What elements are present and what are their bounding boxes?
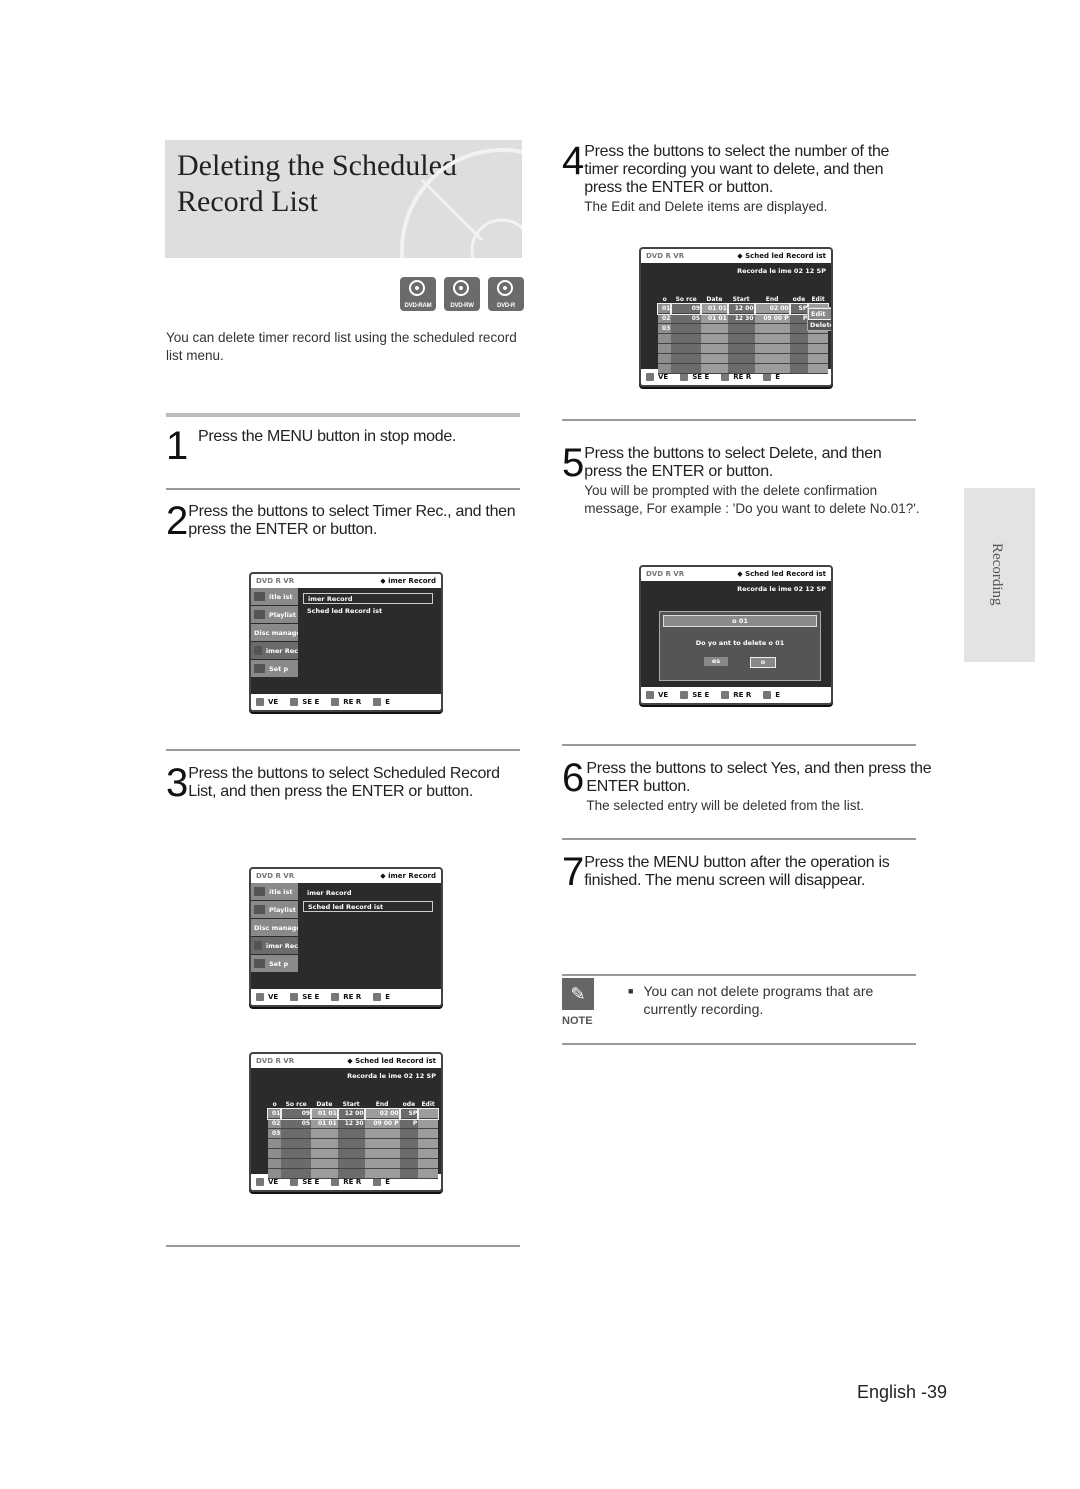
step-number: 2 <box>166 499 189 543</box>
step-1: 1 Press the MENU button in stop mode. <box>166 424 520 468</box>
screen-title: ◆ imer Record <box>380 577 436 585</box>
bullet-icon: ■ <box>628 986 634 996</box>
recordable-time: Recorda le ime 02 12 SP <box>347 1072 436 1080</box>
note-box: ✎ NOTE ■ You can not delete programs tha… <box>562 978 917 1027</box>
schedule-table: o So rce Date Start End ode Edit 01 09 01 01 12 00… <box>266 1100 439 1179</box>
step-3: 3 Press the buttons to select Scheduled … <box>166 761 520 805</box>
table-row[interactable] <box>658 333 828 344</box>
note-label: NOTE <box>562 1015 593 1027</box>
divider <box>562 419 916 421</box>
screen-mode: DVD R VR <box>256 577 295 585</box>
table-row[interactable]: 03 <box>658 323 828 334</box>
dialog-message: Do yo ant to delete o 01 <box>695 639 785 647</box>
menu-option-scheduled-list: Sched led Record ist <box>303 901 433 912</box>
confirm-dialog: o 01 Do yo ant to delete o 01 es o <box>659 611 821 681</box>
sidebar-item-timer-rec: imer Rec <box>251 642 298 660</box>
step-text: Press the MENU button in stop mode. <box>198 428 457 445</box>
intro-text: You can delete timer record list using t… <box>166 330 517 363</box>
divider <box>562 1043 916 1045</box>
table-row[interactable] <box>268 1138 438 1149</box>
schedule-table: o So rce Date Start End ode Edit 01 09 01 01 12 00… <box>656 295 829 374</box>
menu-option-scheduled-list: Sched led Record ist <box>307 607 383 615</box>
step-number: 3 <box>166 761 189 805</box>
yes-button[interactable]: es <box>704 657 728 666</box>
divider <box>166 488 520 490</box>
step-subtext: The Edit and Delete items are displayed. <box>584 199 828 214</box>
step-7: 7 Press the MENU button after the operat… <box>562 850 932 894</box>
table-row[interactable] <box>658 353 828 364</box>
dvd-rw-icon: DVD-RW <box>444 277 480 311</box>
step-subtext: You will be prompted with the delete con… <box>584 483 920 516</box>
sidebar-item-playlist: Playlist <box>251 606 298 624</box>
step-number: 4 <box>562 139 585 183</box>
step-text: Press the buttons to select the number o… <box>584 143 890 196</box>
tv-screen-scheduled-list: DVD R VR ◆ Sched led Record ist Recorda l… <box>249 1052 443 1192</box>
step-number: 1 <box>166 424 189 468</box>
table-row[interactable]: 02 05 01 01 12 30 09 00 PP <box>658 313 828 324</box>
step-4: 4 Press the buttons to select the number… <box>562 139 922 216</box>
table-row[interactable] <box>268 1158 438 1169</box>
section-tab-recording: Recording <box>964 488 1035 662</box>
tv-screen-timer-menu: DVD R VR ◆ imer Record itle ist Playlist … <box>249 572 443 712</box>
divider <box>166 413 520 417</box>
tv-screen-delete-confirm: DVD R VR ◆ Sched led Record ist Recorda l… <box>639 565 833 705</box>
sidebar-item-disc-manager: Disc manager <box>251 624 298 642</box>
menu-option-timer-record: imer Record <box>307 889 352 897</box>
no-button[interactable]: o <box>750 657 776 668</box>
screen-sidebar: itle ist Playlist Disc manager imer Rec … <box>251 588 298 678</box>
title-banner: Deleting the Scheduled Record List <box>165 140 522 258</box>
table-row[interactable]: 01 09 01 01 12 00 02 00 SP <box>656 303 829 315</box>
step-number: 5 <box>562 441 585 485</box>
tv-screen-scheduled-select: DVD R VR ◆ imer Record itle ist Playlist … <box>249 867 443 1007</box>
step-2: 2 Press the buttons to select Timer Rec.… <box>166 499 520 543</box>
menu-option-timer-record: imer Record <box>303 593 433 604</box>
divider <box>562 744 916 746</box>
step-text: Press the buttons to select Timer Rec., … <box>188 503 516 538</box>
divider <box>562 838 916 840</box>
pencil-icon: ✎ <box>562 978 594 1010</box>
table-row[interactable]: 03 <box>268 1128 438 1139</box>
dialog-title: o 01 <box>663 615 817 627</box>
sidebar-item-title-list: itle ist <box>251 588 298 606</box>
table-row[interactable] <box>658 343 828 354</box>
sidebar-item-setup: Set p <box>251 660 298 678</box>
tv-screen-edit-menu: DVD R VR ◆ Sched led Record ist Recorda l… <box>639 247 833 387</box>
step-text: Press the buttons to select Yes, and the… <box>586 760 932 795</box>
delete-option: Delete <box>810 321 833 329</box>
disc-decoration-icon <box>400 148 522 258</box>
edit-popup: Edit Delete <box>807 307 833 331</box>
divider <box>166 749 520 751</box>
step-subtext: The selected entry will be deleted from … <box>586 798 865 813</box>
step-6: 6 Press the buttons to select Yes, and t… <box>562 756 932 815</box>
step-number: 7 <box>562 850 585 894</box>
table-row[interactable]: 02 05 01 01 12 30 09 00 PP <box>268 1118 438 1129</box>
dvd-r-icon: DVD-R <box>488 277 524 311</box>
step-number: 6 <box>562 756 585 800</box>
divider <box>562 974 916 976</box>
table-row[interactable]: 01 09 01 01 12 00 02 00 SP <box>266 1108 439 1120</box>
step-5: 5 Press the buttons to select Delete, an… <box>562 441 922 518</box>
step-text: Press the buttons to select Delete, and … <box>584 445 882 480</box>
page-number: English -39 <box>857 1382 948 1402</box>
note-text: You can not delete programs that are cur… <box>643 983 874 1017</box>
divider <box>166 1245 520 1247</box>
edit-option: Edit <box>808 308 831 320</box>
disc-compatibility-badges: DVD-RAM DVD-RW DVD-R <box>400 277 524 311</box>
step-text: Press the MENU button after the operatio… <box>584 854 890 889</box>
table-row[interactable] <box>268 1168 438 1179</box>
dvd-ram-icon: DVD-RAM <box>400 277 436 311</box>
step-text: Press the buttons to select Scheduled Re… <box>188 765 500 800</box>
table-row[interactable] <box>658 363 828 374</box>
screen-footer: VE SE E RE R E <box>251 694 441 710</box>
table-row[interactable] <box>268 1148 438 1159</box>
